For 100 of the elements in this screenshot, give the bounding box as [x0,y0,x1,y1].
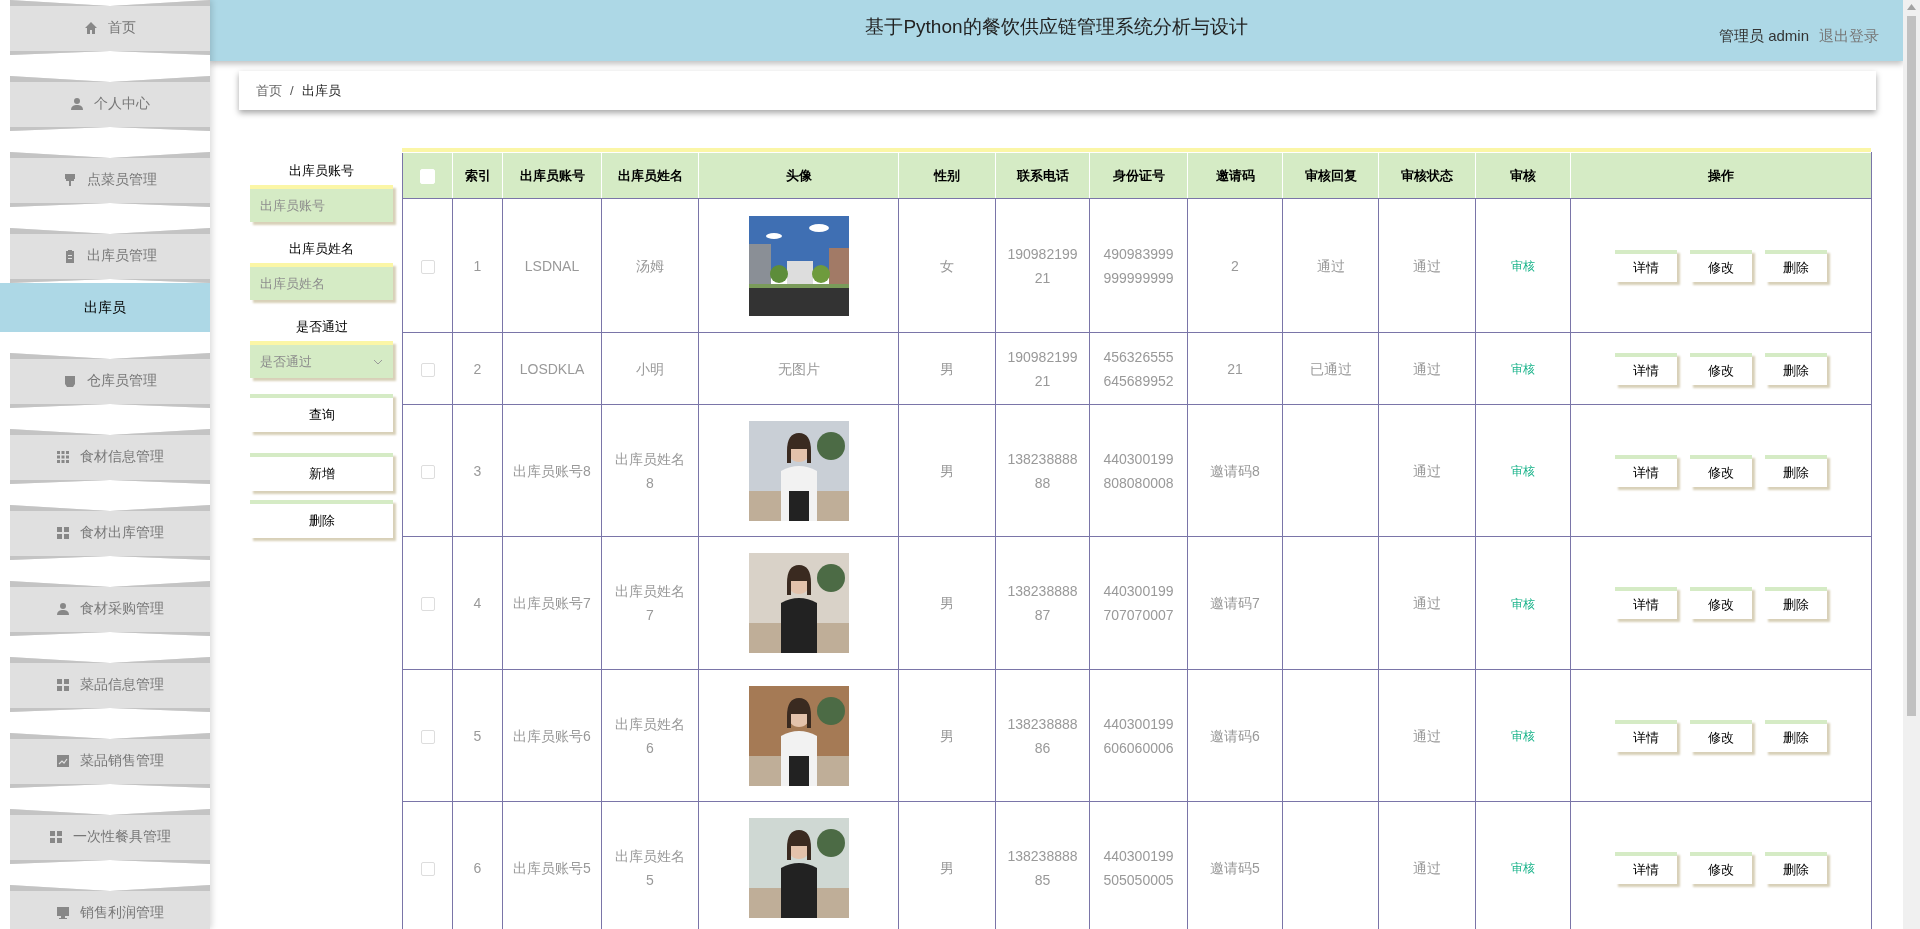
sidebar-item[interactable]: 点菜员管理 [10,152,210,207]
chevron-down-icon [373,358,383,365]
table-cell: 出库员姓名8 [601,404,699,537]
table-cell: 通过 [1378,198,1476,333]
user-name: 管理员 admin [1718,27,1809,46]
grid-icon [49,829,63,844]
grid-icon [56,525,70,540]
sidebar-item[interactable]: 个人中心 [10,76,210,131]
scroll-up-icon[interactable] [1907,4,1916,10]
row-action-button[interactable]: 详情 [1615,352,1677,385]
table-cell: 490983999999999999 [1089,198,1188,333]
sidebar-item[interactable]: 首页 [10,0,210,55]
table-cell: 1 [452,198,503,333]
input-field[interactable]: 出库员账号 [250,185,393,222]
table-cell: 3 [452,404,503,537]
table-cell: 5 [452,669,503,802]
table-cell: 出库员姓名6 [601,669,699,802]
row-action-button[interactable]: 删除 [1765,249,1827,282]
action-button[interactable]: 删除 [250,500,393,538]
row-action-button[interactable]: 修改 [1690,352,1752,385]
grid-icon [56,677,70,692]
table-cell: 456326555645689952 [1089,332,1188,405]
checkbox[interactable] [420,597,435,612]
sidebar-item[interactable]: 销售利润管理 [10,885,210,929]
sidebar-item[interactable]: 仓库员管理 [10,353,210,408]
table-cell: 21 [1187,332,1283,405]
row-action-button[interactable]: 修改 [1690,719,1752,752]
sidebar-item[interactable]: 菜品信息管理 [10,657,210,712]
table-cell: 出库员账号7 [502,536,602,670]
column-header: 操作 [1570,152,1872,199]
table-cell: LSDNAL [502,198,602,333]
breadcrumb-separator: / [290,83,294,98]
table-cell: 已通过 [1282,332,1379,405]
action-button[interactable]: 查询 [250,394,393,432]
table-cell: 440300199606060006 [1089,669,1188,802]
input-field[interactable]: 出库员姓名 [250,263,393,300]
row-action-button[interactable]: 详情 [1615,249,1677,282]
breadcrumb-current: 出库员 [301,81,341,100]
table-cell: 男 [898,404,996,537]
checkbox[interactable] [420,464,435,479]
table-cell: 出库员账号6 [502,669,602,802]
monitor-icon [56,905,70,920]
table-cell: 2 [1187,198,1283,333]
table-cell: 女 [898,198,996,333]
column-header: 身份证号 [1089,152,1188,199]
table-cell: 440300199707070007 [1089,536,1188,670]
table-cell: 19098219921 [995,198,1090,333]
table-cell: 小明 [601,332,699,405]
row-action-button[interactable]: 详情 [1615,454,1677,487]
filter-label: 出库员账号 [288,162,355,180]
row-action-button[interactable]: 删除 [1765,851,1827,884]
checkbox[interactable] [420,259,435,274]
checkbox[interactable] [420,729,435,744]
row-action-button[interactable]: 详情 [1615,851,1677,884]
table-cell: 出库员姓名7 [601,536,699,670]
sidebar-item[interactable]: 食材出库管理 [10,505,210,560]
column-header: 审核回复 [1282,152,1379,199]
tray-icon [63,373,77,388]
row-action-button[interactable]: 删除 [1765,587,1827,619]
row-action-button[interactable]: 修改 [1690,851,1752,884]
user-icon [70,96,84,111]
column-header: 头像 [698,152,899,199]
row-action-button[interactable]: 删除 [1765,454,1827,487]
row-action-button[interactable]: 修改 [1690,249,1752,282]
scrollbar-thumb[interactable] [1907,16,1916,716]
table-cell: 出库员账号8 [502,404,602,537]
column-header: 联系电话 [995,152,1090,199]
table-cell: 19098219921 [995,332,1090,405]
row-action-button[interactable]: 详情 [1615,587,1677,619]
row-action-button[interactable]: 删除 [1765,719,1827,752]
table-cell: 通过 [1378,404,1476,537]
table-cell: 13823888886 [995,669,1090,802]
column-header: 邀请码 [1187,152,1283,199]
action-button[interactable]: 新增 [250,453,393,491]
sidebar-item[interactable]: 食材信息管理 [10,429,210,484]
sidebar-item[interactable]: 食材采购管理 [10,581,210,636]
table-cell: 男 [898,536,996,670]
sidebar-subitem[interactable]: 出库员 [0,283,210,332]
checkbox[interactable] [420,362,435,377]
sidebar-item[interactable]: 一次性餐具管理 [10,809,210,864]
breadcrumb-link[interactable]: 首页 [256,81,282,100]
table-cell: 通过 [1282,198,1379,333]
home-icon [84,20,98,35]
table-cell: 汤姆 [601,198,699,333]
row-action-button[interactable]: 修改 [1690,587,1752,619]
column-header: 索引 [452,152,503,199]
checkbox[interactable] [420,861,435,876]
table-cell: 13823888888 [995,404,1090,537]
column-header: 出库员账号 [502,152,602,199]
sidebar-item[interactable]: 菜品销售管理 [10,733,210,788]
row-action-button[interactable]: 删除 [1765,352,1827,385]
filter-label: 是否通过 [294,318,349,336]
row-action-button[interactable]: 修改 [1690,454,1752,487]
user-icon [56,601,70,616]
row-action-button[interactable]: 详情 [1615,719,1677,752]
column-header: 审核状态 [1378,152,1476,199]
sidebar-item[interactable]: 出库员管理 [10,228,210,283]
table-cell: 邀请码8 [1187,404,1283,537]
table-cell: 邀请码7 [1187,536,1283,670]
table-cell: 13823888887 [995,536,1090,670]
